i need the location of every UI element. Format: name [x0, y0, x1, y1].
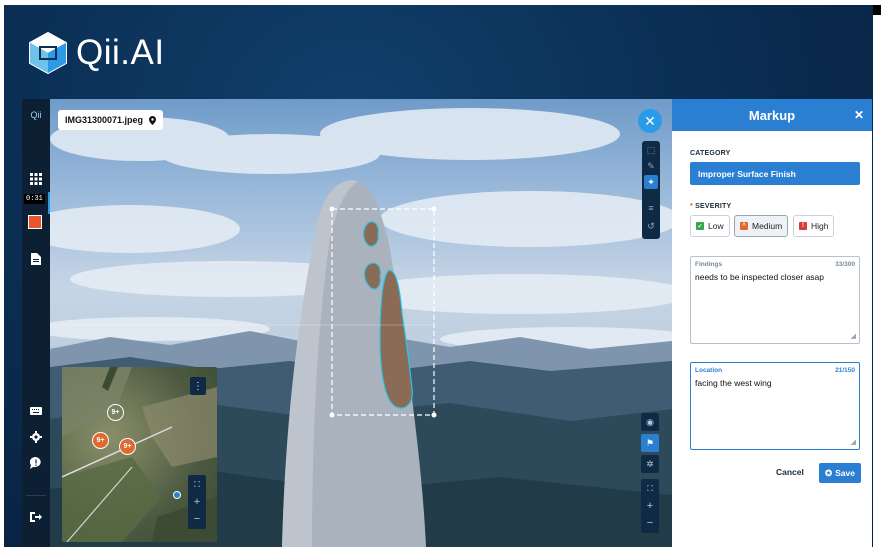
file-icon[interactable] — [28, 251, 44, 267]
minimap-zoom-out[interactable]: − — [188, 511, 206, 527]
qii-logo-icon — [29, 31, 67, 75]
required-mark: * — [690, 203, 693, 210]
undo-icon[interactable]: ↺ — [644, 219, 658, 233]
minimap[interactable]: 9+ 9+ 9+ ⋮ ⛶ + − — [62, 367, 217, 542]
flag-icon[interactable]: ⚑ — [641, 434, 659, 452]
resize-handle-icon[interactable]: ◢ — [851, 332, 856, 340]
severity-medium-button[interactable]: ^ Medium — [734, 215, 789, 237]
brand-background: Qii.AI Qii 0:31 IMG31300071.jpeg ✕ ⬚ ✎ ✦… — [4, 5, 873, 547]
sidebar-logo[interactable]: Qii — [28, 107, 44, 123]
findings-label: Findings — [695, 261, 723, 268]
minimap-cluster-orange[interactable]: 9+ — [119, 438, 136, 455]
fit-view-icon[interactable]: ⛶ — [641, 481, 659, 497]
severity-low-button[interactable]: ✓ Low — [690, 215, 730, 237]
severity-medium-label: Medium — [752, 221, 783, 231]
save-icon: ✪ — [825, 467, 833, 478]
findings-counter: 33/300 — [835, 261, 855, 268]
layers-stack-icon[interactable]: ◉ — [641, 413, 659, 431]
findings-field[interactable]: Findings 33/300 needs to be inspected cl… — [690, 256, 860, 344]
location-counter: 21/150 — [835, 367, 855, 374]
findings-value: needs to be inspected closer asap — [695, 272, 825, 282]
sidebar-divider — [26, 495, 46, 496]
corner-mark — [873, 5, 881, 15]
check-icon: ✓ — [696, 222, 704, 230]
alert-icon: ! — [799, 222, 807, 230]
sidebar: Qii 0:31 — [22, 99, 50, 547]
location-value: facing the west wing — [695, 378, 772, 388]
logo-suffix: .AI — [120, 33, 165, 72]
minimap-zoom-in[interactable]: + — [188, 494, 206, 510]
severity-high-label: High — [811, 221, 829, 231]
keyboard-icon[interactable] — [28, 403, 44, 419]
resize-handle-icon[interactable]: ◢ — [851, 438, 856, 446]
feedback-icon[interactable] — [28, 455, 44, 471]
panel-title: Markup — [748, 107, 796, 123]
location-field[interactable]: Location 21/150 facing the west wing ◢ — [690, 362, 860, 450]
category-value: Improper Surface Finish — [698, 168, 796, 179]
logo-text: Qii.AI — [76, 33, 165, 72]
settings-icon[interactable]: ✲ — [641, 455, 659, 473]
minimap-cluster-orange[interactable]: 9+ — [92, 432, 109, 449]
close-markup-button[interactable]: ✕ — [638, 109, 662, 133]
file-name-chip[interactable]: IMG31300071.jpeg — [58, 110, 164, 130]
category-label: CATEGORY — [690, 150, 731, 157]
panel-header: Markup ✕ — [672, 99, 872, 131]
minimap-zoom-controls: ⛶ + − — [188, 475, 206, 529]
logout-icon[interactable] — [28, 509, 44, 525]
screenshot-frame: Qii.AI Qii 0:31 IMG31300071.jpeg ✕ ⬚ ✎ ✦… — [0, 0, 881, 547]
zoom-in-button[interactable]: + — [641, 498, 659, 514]
annotation-toolbar: ⬚ ✎ ✦ ≡ ↺ — [642, 141, 660, 239]
markup-panel: Markup ✕ CATEGORY Improper Surface Finis… — [672, 99, 872, 547]
record-icon[interactable] — [28, 215, 42, 229]
chevron-up-icon: ^ — [740, 222, 748, 230]
image-viewer[interactable]: IMG31300071.jpeg ✕ ⬚ ✎ ✦ ≡ ↺ ◉ ⚑ ✲ ⛶ + −… — [50, 99, 672, 547]
magic-wand-icon[interactable]: ✦ — [644, 175, 658, 189]
minimap-fit-icon[interactable]: ⛶ — [188, 477, 206, 493]
severity-high-button[interactable]: ! High — [793, 215, 835, 237]
qii-logo: Qii.AI — [26, 31, 165, 75]
view-toolbar: ◉ ⚑ ✲ ⛶ + − — [641, 413, 661, 537]
file-name: IMG31300071.jpeg — [65, 115, 144, 125]
app-window: Qii 0:31 IMG31300071.jpeg ✕ ⬚ ✎ ✦ ≡ ↺ ◉ … — [22, 99, 872, 547]
location-label: Location — [695, 367, 723, 374]
box-select-icon[interactable]: ⬚ — [644, 143, 658, 157]
minimap-menu-icon[interactable]: ⋮ — [190, 377, 206, 395]
severity-label-text: SEVERITY — [695, 203, 732, 210]
cancel-button[interactable]: Cancel — [776, 467, 804, 477]
recording-timer: 0:31 — [24, 194, 45, 204]
minimap-cluster-green[interactable]: 9+ — [107, 404, 124, 421]
save-label: Save — [835, 468, 855, 478]
close-icon[interactable]: ✕ — [854, 108, 864, 122]
category-select[interactable]: Improper Surface Finish — [690, 162, 860, 185]
zoom-out-button[interactable]: − — [641, 515, 659, 531]
gear-icon[interactable] — [28, 429, 44, 445]
location-pin-icon — [149, 115, 157, 125]
save-button[interactable]: ✪ Save — [819, 463, 861, 483]
layers-icon[interactable]: ≡ — [644, 201, 658, 215]
zoom-controls: ⛶ + − — [641, 479, 659, 533]
pen-icon[interactable]: ✎ — [644, 159, 658, 173]
severity-label: * SEVERITY — [690, 203, 731, 210]
minimap-current-location — [173, 491, 181, 499]
grid-icon[interactable] — [28, 171, 44, 187]
severity-low-label: Low — [708, 221, 724, 231]
